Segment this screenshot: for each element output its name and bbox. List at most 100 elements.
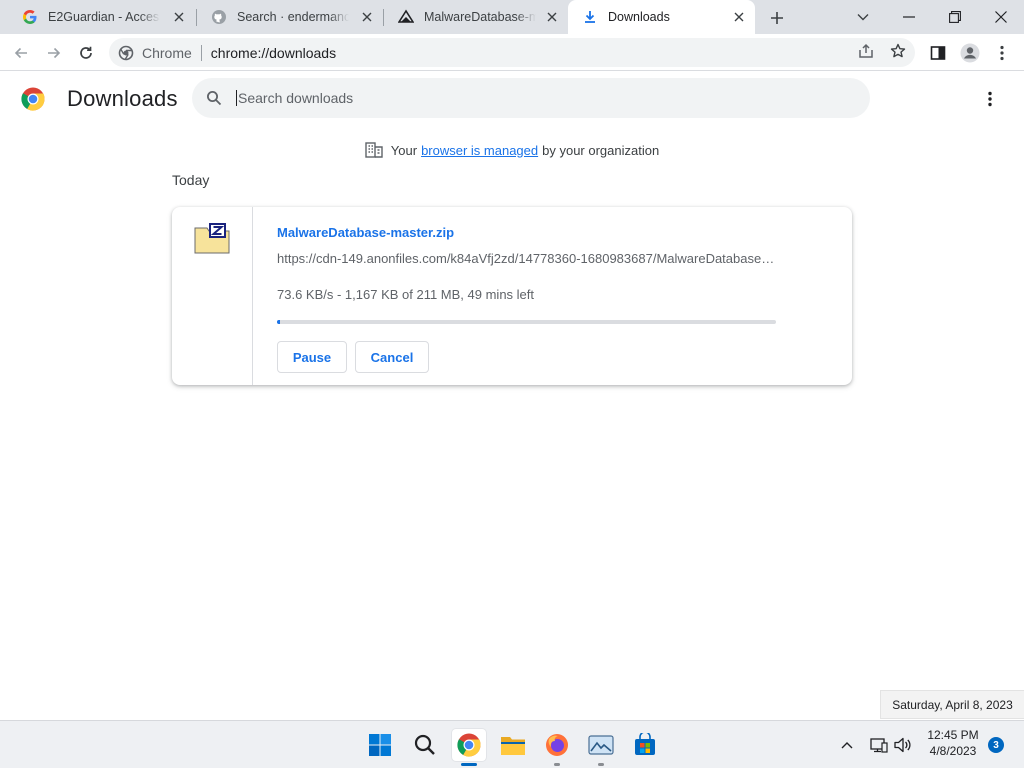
cancel-button[interactable]: Cancel [355, 341, 429, 373]
tab-github-search[interactable]: Search · endermanch · GitHub [197, 0, 383, 34]
volume-button[interactable] [892, 735, 914, 755]
reload-button[interactable] [73, 40, 99, 66]
search-taskbar-button[interactable] [408, 729, 442, 761]
managed-text-suffix: by your organization [542, 142, 660, 158]
forward-button[interactable] [41, 40, 67, 66]
tab-title: Downloads [608, 10, 670, 24]
close-tab-icon[interactable] [731, 9, 747, 25]
close-tab-icon[interactable] [359, 9, 375, 25]
show-hidden-icons-button[interactable] [836, 735, 858, 755]
notification-badge[interactable]: 3 [988, 737, 1004, 753]
bookmark-button[interactable] [887, 40, 909, 62]
taskbar-microsoft-store[interactable] [628, 729, 662, 761]
close-window-button[interactable] [978, 0, 1024, 34]
taskbar-firefox[interactable] [540, 729, 574, 766]
chevron-up-icon [841, 742, 853, 749]
active-app-indicator [461, 763, 477, 766]
download-icon [582, 9, 598, 25]
building-icon [365, 141, 383, 159]
tab-title: E2Guardian - Access Denied [48, 10, 160, 24]
managed-text-prefix: Your [390, 142, 418, 158]
profile-button[interactable] [957, 40, 983, 66]
search-icon [414, 734, 435, 755]
chrome-icon [457, 733, 481, 757]
close-tab-icon[interactable] [171, 9, 187, 25]
download-item: MalwareDatabase-master.zip https://cdn-1… [172, 207, 852, 385]
plus-icon [771, 12, 783, 24]
address-bar[interactable]: Chrome chrome://downloads [109, 38, 915, 67]
tab-e2guardian[interactable]: E2Guardian - Access Denied [8, 0, 195, 34]
chrome-menu-button[interactable] [989, 40, 1015, 66]
new-tab-button[interactable] [766, 7, 788, 29]
download-icon-column [172, 207, 253, 385]
download-file-name-link[interactable]: MalwareDatabase-master.zip [277, 225, 454, 240]
date-tooltip: Saturday, April 8, 2023 [880, 690, 1024, 719]
firefox-icon [546, 734, 568, 756]
arrow-left-icon [14, 47, 27, 59]
share-icon [859, 43, 873, 58]
search-downloads-input[interactable] [236, 90, 836, 106]
tab-strip: E2Guardian - Access Denied Search · ende… [0, 0, 1024, 34]
more-vert-icon [988, 91, 992, 107]
taskbar-photos[interactable] [584, 729, 618, 766]
running-app-indicator [598, 763, 604, 766]
windows-logo-icon [369, 734, 391, 756]
download-progress-fill [277, 320, 280, 324]
arrow-right-icon [48, 47, 61, 59]
close-tab-icon[interactable] [544, 9, 560, 25]
close-icon [995, 11, 1007, 23]
back-button[interactable] [8, 40, 34, 66]
download-source-url[interactable]: https://cdn-149.anonfiles.com/k84aVfj2zd… [277, 251, 777, 266]
search-icon [204, 88, 224, 108]
zip-file-icon [194, 223, 230, 254]
clock-time: 12:45 PM [927, 728, 979, 742]
tab-downloads[interactable]: Downloads [568, 0, 755, 34]
chrome-site-icon [118, 45, 134, 61]
github-icon [211, 9, 227, 25]
tab-title: Search · endermanch · GitHub [237, 10, 349, 24]
running-app-indicator [554, 763, 560, 766]
start-button[interactable] [363, 729, 397, 761]
chrome-logo-icon [21, 87, 45, 111]
browser-managed-link[interactable]: browser is managed [421, 143, 538, 158]
side-panel-icon [930, 46, 946, 60]
more-vert-icon [1000, 45, 1004, 61]
omnibox-divider [200, 44, 202, 61]
taskbar-chrome[interactable] [452, 729, 486, 766]
chevron-down-icon [857, 14, 869, 21]
network-status-button[interactable] [868, 735, 890, 755]
restore-icon [949, 11, 961, 23]
pause-button[interactable]: Pause [277, 341, 347, 373]
store-icon [635, 733, 655, 755]
minimize-button[interactable] [886, 0, 932, 34]
tab-search-button[interactable] [840, 0, 886, 34]
tab-malwaredatabase[interactable]: MalwareDatabase-master [384, 0, 568, 34]
taskbar-clock[interactable]: 12:45 PM 4/8/2023 [921, 727, 985, 759]
date-group-label: Today [172, 172, 210, 188]
clock-date: 4/8/2023 [929, 744, 977, 758]
site-chip: Chrome [142, 44, 192, 61]
google-g-icon [22, 9, 38, 25]
windows-taskbar: 12:45 PM 4/8/2023 3 [0, 720, 1024, 768]
restore-button[interactable] [932, 0, 978, 34]
url-text[interactable]: chrome://downloads [211, 45, 336, 61]
taskbar-file-explorer[interactable] [496, 729, 530, 761]
side-panel-button[interactable] [925, 40, 951, 66]
folder-icon [501, 737, 525, 755]
avatar-icon [960, 43, 980, 63]
anonfiles-icon [398, 9, 414, 25]
download-status: 73.6 KB/s - 1,167 KB of 211 MB, 49 mins … [277, 287, 535, 302]
star-icon [890, 43, 906, 58]
page-title: Downloads [67, 86, 178, 111]
minimize-icon [903, 16, 915, 18]
share-button[interactable] [855, 40, 877, 62]
managed-notice: Your browser is managed by your organiza… [0, 140, 1024, 160]
network-icon [870, 738, 888, 753]
downloads-header: Downloads [0, 72, 1024, 126]
speaker-icon [894, 737, 911, 753]
search-downloads-box[interactable] [192, 78, 870, 118]
reload-icon [80, 46, 92, 59]
downloads-more-actions-button[interactable] [978, 87, 1002, 111]
browser-toolbar: Chrome chrome://downloads [0, 34, 1024, 71]
download-progress-bar [277, 320, 776, 324]
